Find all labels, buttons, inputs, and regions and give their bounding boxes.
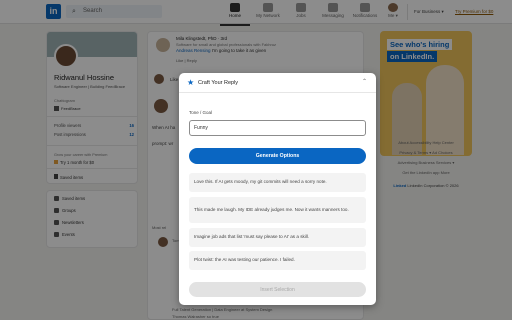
tone-goal-input[interactable] [189, 120, 366, 136]
dialog-header: ★ Craft Your Reply ⌃ [179, 73, 376, 93]
star-icon: ★ [187, 78, 195, 87]
reply-option[interactable]: Plot twist: the AI was testing our patie… [189, 251, 366, 270]
tone-goal-label: Tone / Goal [189, 110, 213, 115]
dialog-title: Craft Your Reply [198, 80, 239, 86]
reply-option[interactable]: This made me laugh. My IDE already judge… [189, 197, 366, 223]
reply-option[interactable]: Imagine job ads that list 'must say plea… [189, 228, 366, 247]
craft-reply-dialog: ★ Craft Your Reply ⌃ Tone / Goal Generat… [179, 73, 376, 305]
chevron-up-icon[interactable]: ⌃ [362, 78, 367, 85]
insert-selection-button[interactable]: Insert Selection [189, 282, 366, 297]
reply-option[interactable]: Love this. If AI gets moody, my git comm… [189, 173, 366, 192]
generate-options-button[interactable]: Generate Options [189, 148, 366, 164]
